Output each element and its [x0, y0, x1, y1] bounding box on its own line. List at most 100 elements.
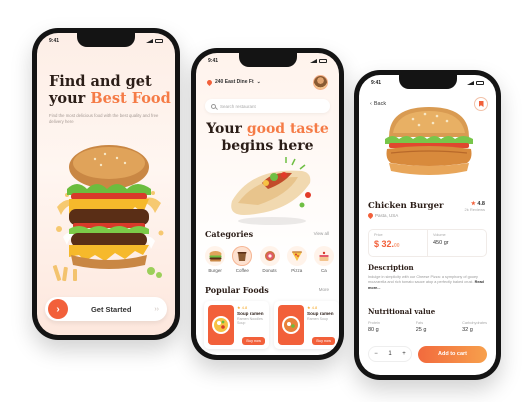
food-name: Soup ramen [237, 311, 264, 316]
showcase-stage: 9:41 Find and get your Best Food Find th… [0, 0, 526, 402]
food-price: $40.00 [278, 339, 294, 345]
arrow-right-icon: › [48, 299, 68, 319]
search-icon [211, 103, 216, 109]
get-started-label: Get Started [90, 304, 132, 314]
notch [398, 75, 457, 89]
nutrition-item-carbohydrates: Carbohydrates 32 g [462, 321, 487, 333]
food-price: $40.00 [208, 339, 224, 345]
add-to-cart-button[interactable]: Add to cart [418, 345, 487, 363]
category-label: Pizza [291, 268, 303, 273]
description-text: Indulge in simplicity with our Cheese Pi… [368, 275, 484, 290]
donut-icon [259, 246, 280, 266]
nutrition-item-fats: Fats 25 g [415, 321, 427, 333]
category-pizza[interactable]: Pizza [286, 246, 308, 273]
food-title: Chicken Burger [368, 201, 444, 211]
popular-foods-title: Popular Foods [205, 285, 269, 295]
headline-your: Your [206, 121, 242, 137]
status-time: 9:41 [371, 80, 382, 86]
chevron-left-icon: ‹ [370, 101, 372, 107]
nutrition-list: Protein 80 g Fats 25 g Carbohydrates 32 … [368, 321, 487, 333]
categories-list: Burger Coffee Donuts Pizza Ca [204, 246, 335, 273]
detail-screen: 9:41 ‹ Back Chicken Burger Pasta, USA ★ … [359, 75, 496, 375]
chevrons-icon: › › [154, 305, 159, 313]
rating-text: ★ 4.8 [307, 305, 318, 310]
minus-button[interactable]: − [374, 351, 378, 357]
volume-label: Volume [433, 233, 446, 237]
onboarding-screen: 9:41 Find and get your Best Food Find th… [37, 33, 175, 335]
signal-icon [467, 81, 474, 85]
headline-line-2: begins here [221, 138, 314, 154]
coffee-icon [232, 246, 253, 266]
location-text: 240 East Dine Ft [215, 79, 254, 85]
category-donuts[interactable]: Donuts [258, 246, 280, 273]
category-label: Ca [321, 268, 327, 273]
popular-more-link[interactable]: More [319, 287, 329, 292]
phone-onboarding: 9:41 Find and get your Best Food Find th… [32, 28, 180, 340]
popular-food-card[interactable]: ★ 4.8 Soup ramen Ramen Noodles Soup $40.… [204, 301, 269, 349]
battery-icon [155, 39, 163, 43]
notch [77, 33, 135, 47]
chevron-down-icon: ⌄ [256, 79, 261, 85]
home-headline: Your good taste begins here [196, 121, 339, 155]
onboarding-subtitle: Find the most delicious food with the be… [49, 113, 159, 124]
category-burger[interactable]: Burger [204, 246, 226, 273]
popular-food-card[interactable]: ★ 4.8 Soup ramen Ramen Soup $40.00 Buy n… [274, 301, 339, 349]
phone-detail: 9:41 ‹ Back Chicken Burger Pasta, USA ★ … [354, 70, 501, 380]
onboarding-title: Find and get your Best Food [49, 73, 171, 107]
status-time: 9:41 [208, 58, 219, 64]
popular-food-info: ★ 4.8 Soup ramen Ramen Noodles Soup $40.… [208, 305, 265, 345]
burger-icon [205, 246, 226, 266]
reviews-count: 2k Reviews [464, 207, 485, 212]
buy-now-button[interactable]: Buy now [312, 337, 335, 345]
burger-splash-image [52, 145, 164, 282]
cart-bar: − 1 + Add to cart [368, 345, 487, 363]
food-name: Soup ramen [307, 311, 334, 316]
location-selector[interactable]: 240 East Dine Ft ⌄ [205, 78, 261, 86]
headline-accent: good taste [246, 121, 329, 137]
category-cake[interactable]: Ca [313, 246, 335, 273]
food-description: Ramen Soup [307, 317, 328, 321]
description-title: Description [368, 263, 414, 272]
store-text: Pasta, USA [375, 213, 399, 218]
volume-value: 450 gr [433, 240, 449, 246]
categories-title: Categories [205, 229, 254, 239]
categories-view-all-link[interactable]: View all [314, 231, 329, 236]
title-line-1: Find and get [49, 73, 152, 90]
cake-icon [313, 246, 334, 266]
signal-icon [310, 59, 317, 63]
pizza-icon [286, 246, 307, 266]
nutrition-item-protein: Protein 80 g [368, 321, 381, 333]
get-started-button[interactable]: › Get Started › › [45, 297, 167, 321]
phone-home: 9:41 240 East Dine Ft ⌄ Search restauran… [191, 48, 344, 360]
location-pin-icon [366, 211, 375, 220]
quantity-stepper: − 1 + [368, 346, 412, 362]
category-label: Donuts [262, 268, 277, 273]
status-time: 9:41 [49, 38, 60, 44]
plus-button[interactable]: + [402, 351, 406, 357]
location-pin-icon [205, 78, 214, 86]
shawarma-wrap-image [231, 157, 311, 225]
category-label: Burger [208, 268, 222, 273]
battery-icon [319, 59, 327, 63]
buy-now-button[interactable]: Buy now [242, 337, 265, 345]
category-label: Coffee [235, 268, 249, 273]
avatar[interactable] [313, 75, 328, 90]
nutrition-title: Nutritional value [368, 307, 436, 316]
food-description: Ramen Noodles Soup [237, 317, 263, 325]
price-label: Price [374, 233, 383, 237]
category-coffee[interactable]: Coffee [231, 246, 253, 273]
popular-food-info: ★ 4.8 Soup ramen Ramen Soup $40.00 Buy n… [278, 305, 335, 345]
price-value: $ 32.00 [374, 239, 400, 249]
signal-icon [146, 39, 153, 43]
popular-foods-list: ★ 4.8 Soup ramen Ramen Noodles Soup $40.… [204, 301, 339, 349]
search-input[interactable]: Search restaurant [205, 99, 330, 113]
notch [238, 53, 297, 67]
chicken-burger-image [385, 107, 473, 175]
rating-text: ★ 4.8 [237, 305, 248, 310]
quantity-value: 1 [388, 351, 392, 357]
store-location: Pasta, USA [366, 211, 399, 220]
home-screen: 9:41 240 East Dine Ft ⌄ Search restauran… [196, 53, 339, 355]
price-volume-box: Price $ 32.00 Volume 450 gr [368, 229, 487, 257]
title-accent: Best Food [90, 90, 171, 107]
battery-icon [476, 81, 484, 85]
